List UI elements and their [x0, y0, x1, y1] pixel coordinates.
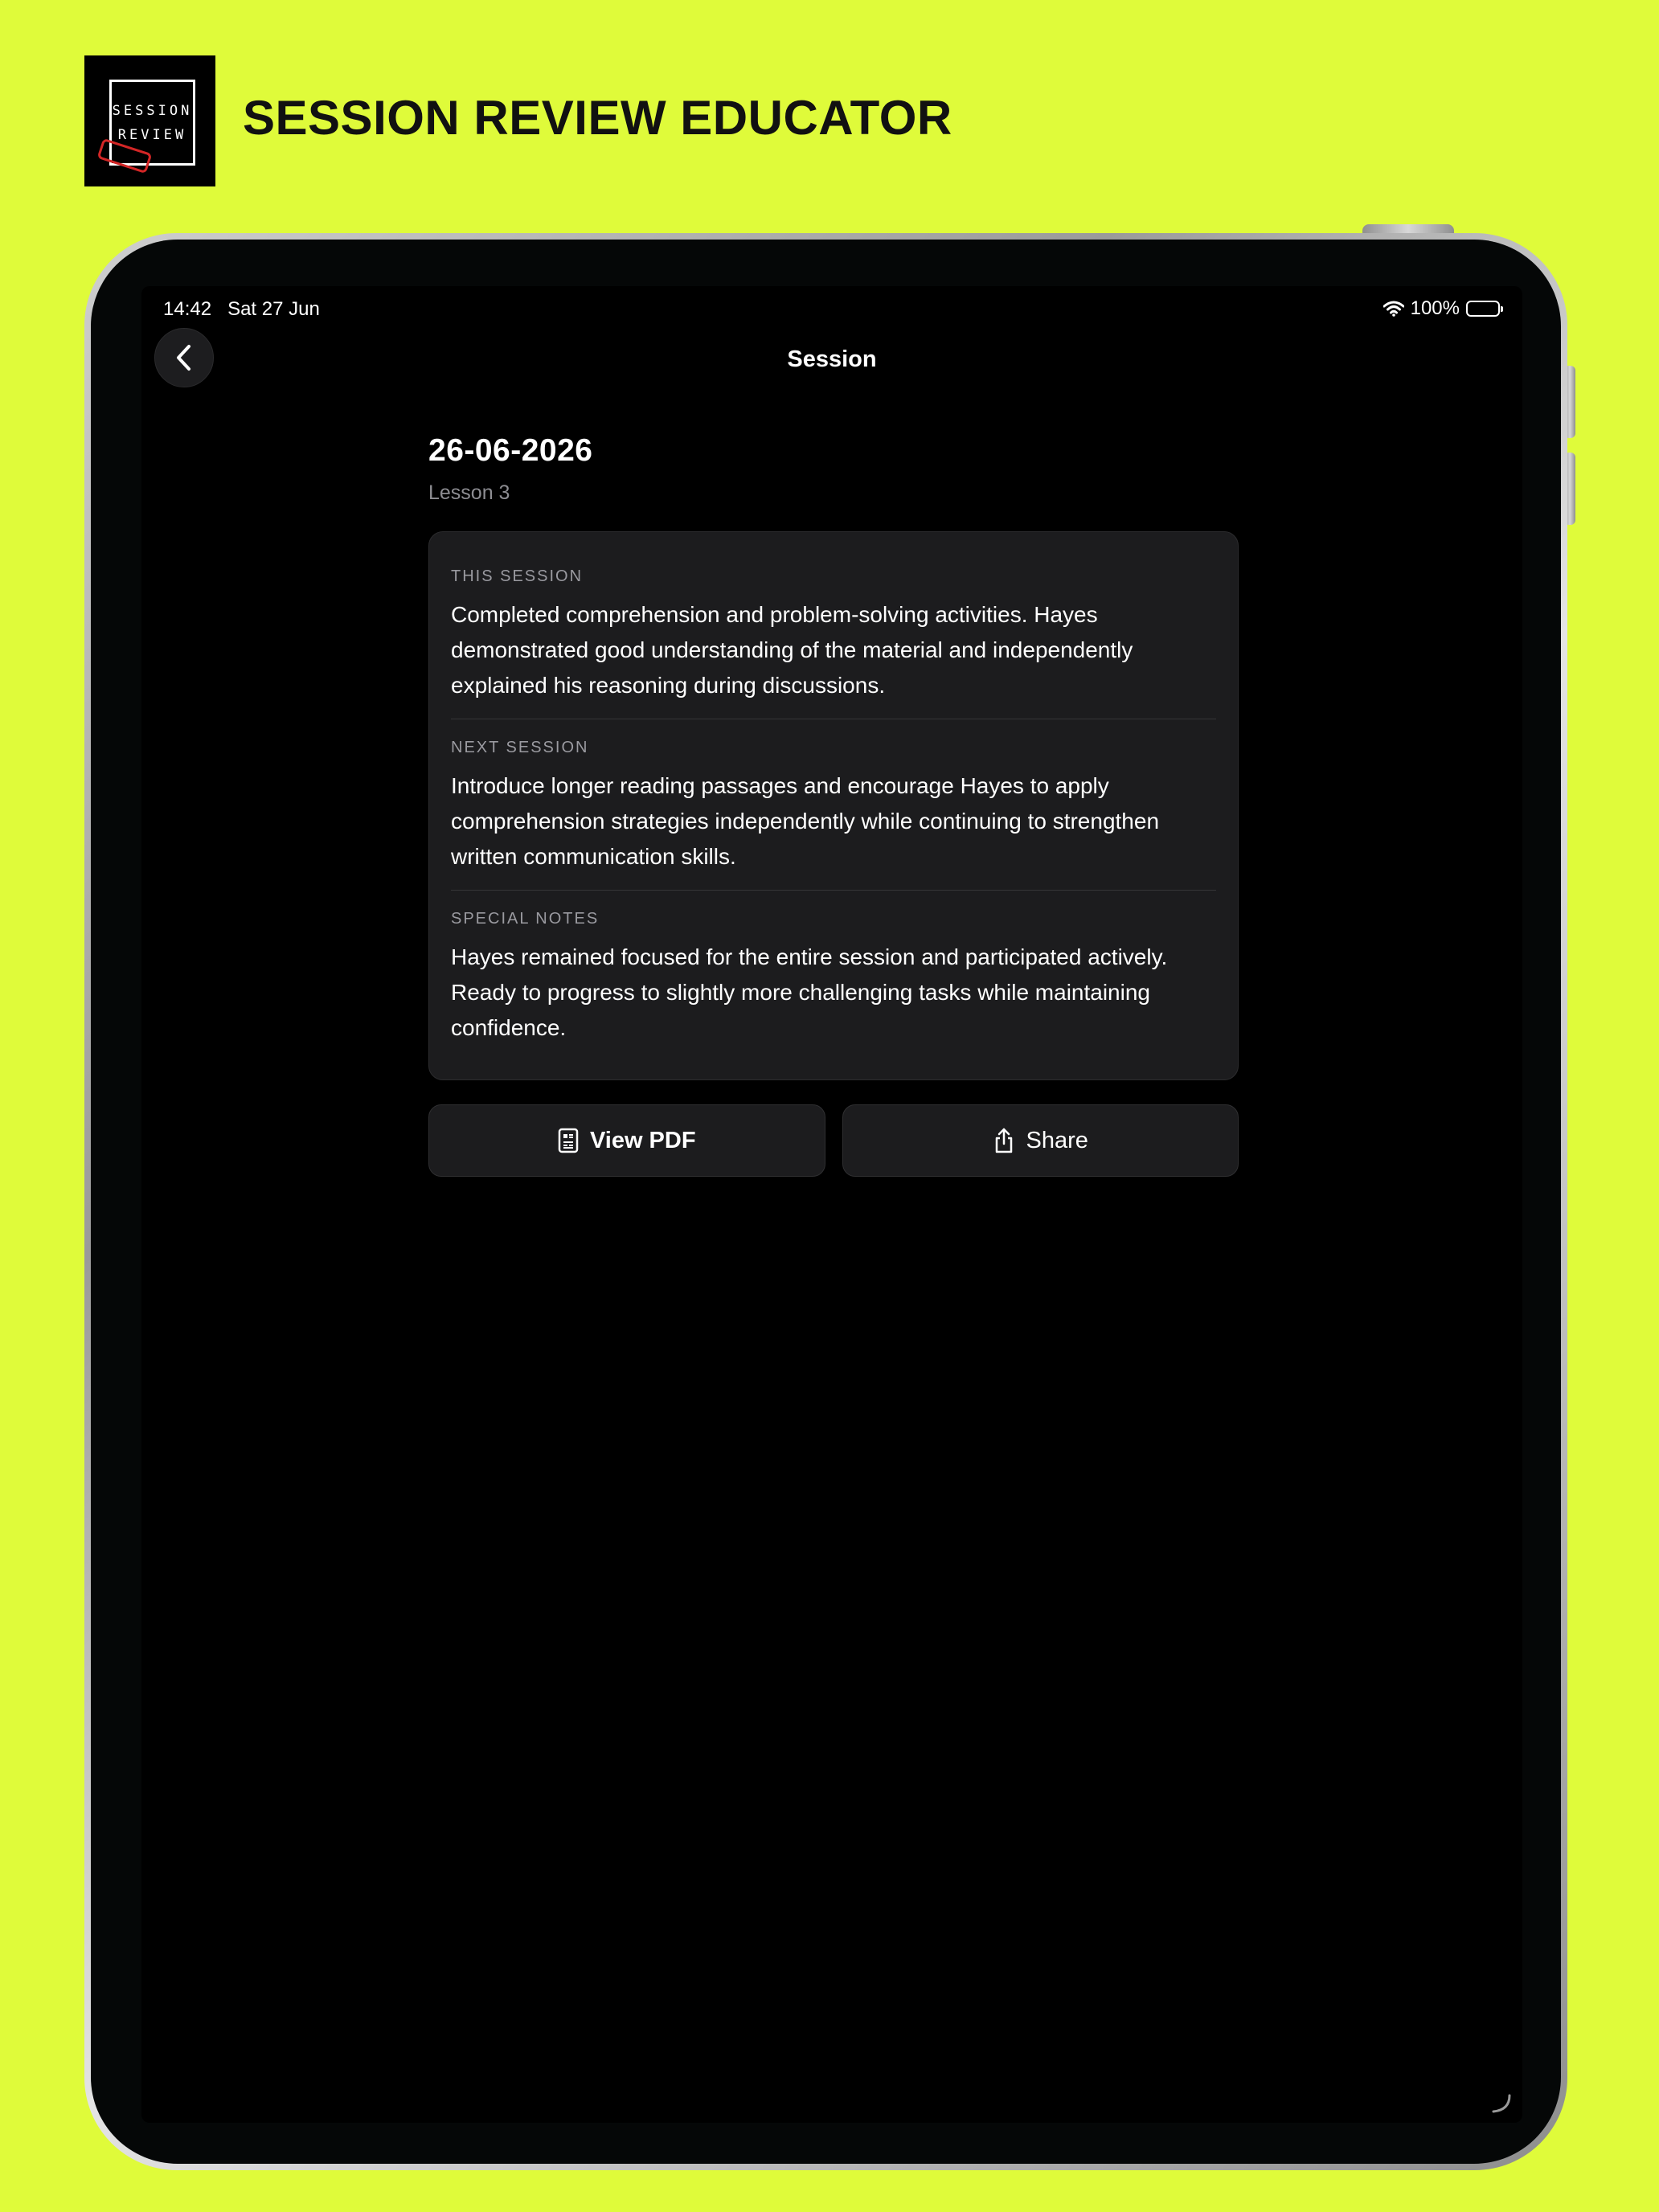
status-time-date: 14:42 Sat 27 Jun: [163, 298, 320, 321]
tablet-screen: 14:42 Sat 27 Jun 100% Session 26-06-2026…: [141, 286, 1522, 2123]
session-detail: 26-06-2026 Lesson 3 THIS SESSION Complet…: [428, 433, 1239, 1177]
status-date: Sat 27 Jun: [227, 298, 320, 320]
app-logo: SESSION REVIEW: [84, 55, 215, 186]
pdf-document-icon: [558, 1128, 579, 1153]
battery-icon: [1466, 301, 1503, 317]
tablet-frame: 14:42 Sat 27 Jun 100% Session 26-06-2026…: [84, 233, 1567, 2170]
session-date: 26-06-2026: [428, 433, 593, 468]
nav-title: Session: [787, 346, 877, 372]
logo-line-1: SESSION: [112, 102, 193, 119]
promo-title: SESSION REVIEW EDUCATOR: [243, 91, 952, 145]
battery-percent: 100%: [1410, 297, 1460, 319]
special-notes-section: SPECIAL NOTES Hayes remained focused for…: [451, 910, 1216, 1046]
section-label: THIS SESSION: [451, 567, 584, 585]
session-notes-card: THIS SESSION Completed comprehension and…: [428, 531, 1239, 1080]
section-label: SPECIAL NOTES: [451, 910, 600, 928]
wifi-icon: [1382, 301, 1404, 317]
section-text: Introduce longer reading passages and en…: [451, 773, 1160, 869]
lesson-label: Lesson 3: [428, 481, 510, 504]
section-text: Completed comprehension and problem-solv…: [451, 602, 1133, 698]
status-indicators: 100%: [1382, 297, 1503, 320]
view-pdf-button[interactable]: View PDF: [428, 1104, 825, 1177]
share-button[interactable]: Share: [842, 1104, 1239, 1177]
view-pdf-label: View PDF: [589, 1127, 696, 1153]
share-icon: [995, 1128, 1012, 1153]
share-label: Share: [1026, 1127, 1088, 1153]
status-time: 14:42: [163, 298, 212, 320]
logo-line-2: REVIEW: [117, 126, 187, 143]
this-session-section: THIS SESSION Completed comprehension and…: [451, 567, 1216, 703]
resize-corner-icon: [1492, 2094, 1511, 2113]
action-buttons: View PDF Share: [428, 1104, 1239, 1177]
tablet-bezel: 14:42 Sat 27 Jun 100% Session 26-06-2026…: [91, 240, 1561, 2164]
section-text: Hayes remained focused for the entire se…: [451, 944, 1168, 1040]
next-session-section: NEXT SESSION Introduce longer reading pa…: [451, 739, 1216, 875]
promo-page: SESSION REVIEW SESSION REVIEW EDUCATOR 1…: [0, 0, 1659, 2212]
section-label: NEXT SESSION: [451, 739, 589, 756]
divider: [451, 890, 1216, 891]
